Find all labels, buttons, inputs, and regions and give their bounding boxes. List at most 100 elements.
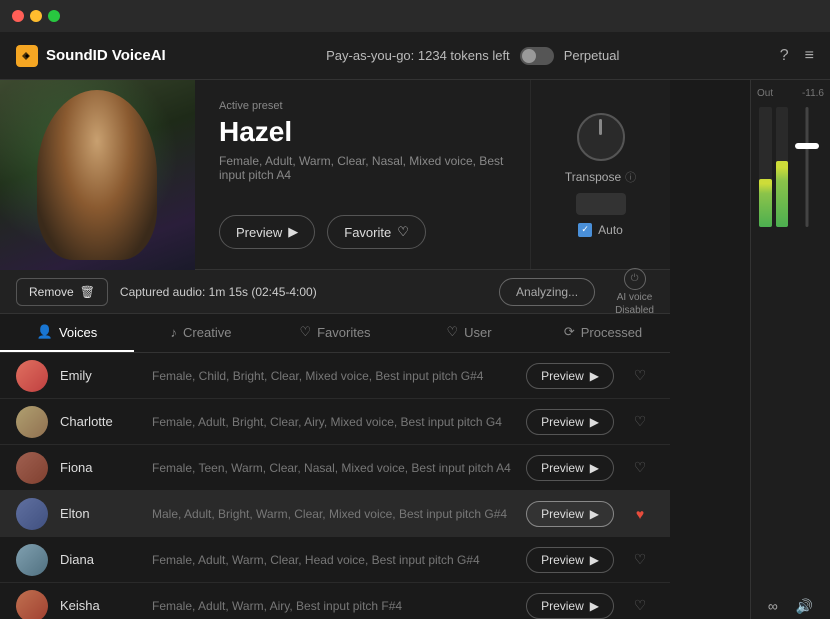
fader-line [806,107,809,227]
remove-label: Remove [29,285,74,299]
tabs: 👤 Voices ♪ Creative ♡ Favorites ♡ User ⟳… [0,314,670,353]
tab-processed-label: Processed [581,325,642,340]
preview-label: Preview [236,225,282,240]
meter-fill-left [759,179,772,227]
heart-icon: ♡ [397,224,409,240]
voices-icon: 👤 [37,324,53,340]
heart-button-keisha[interactable]: ♡ [626,592,654,619]
meter-bar-left [759,107,772,227]
avatar-fiona [16,452,48,484]
tab-creative[interactable]: ♪ Creative [134,314,268,352]
preset-image [0,80,195,270]
traffic-lights [12,10,60,22]
perpetual-toggle[interactable] [520,47,554,65]
loop-icon[interactable]: ∞ [768,598,778,615]
voice-row-fiona[interactable]: Fiona Female, Teen, Warm, Clear, Nasal, … [0,445,670,491]
speaker-icon[interactable]: 🔊 [796,598,813,615]
preview-button-diana[interactable]: Preview ▶ [526,547,614,573]
voice-row-keisha[interactable]: Keisha Female, Adult, Warm, Airy, Best i… [0,583,670,619]
tokens-label: Pay-as-you-go: 1234 tokens left [326,48,510,63]
favorite-label: Favorite [344,225,391,240]
transpose-label: Transpose ⓘ [565,169,636,185]
tab-user-label: User [464,325,491,340]
auto-checkbox[interactable]: ✓ [578,223,592,237]
help-icon[interactable]: ? [780,47,789,65]
tab-favorites[interactable]: ♡ Favorites [268,314,402,352]
ai-voice-label: AI voice [617,292,653,303]
preview-button-keisha[interactable]: Preview ▶ [526,593,614,619]
voice-row-elton[interactable]: Elton Male, Adult, Bright, Warm, Clear, … [0,491,670,537]
voice-row-emily[interactable]: Emily Female, Child, Bright, Clear, Mixe… [0,353,670,399]
side-bottom-icons: ∞ 🔊 [751,590,830,615]
captured-info: Captured audio: 1m 15s (02:45-4:00) [120,285,487,299]
voice-tags-diana: Female, Adult, Warm, Clear, Head voice, … [152,553,514,567]
avatar-emily [16,360,48,392]
creative-icon: ♪ [171,325,178,340]
ai-voice-status: ⏻ AI voice Disabled [615,268,654,316]
voice-row-diana[interactable]: Diana Female, Adult, Warm, Clear, Head v… [0,537,670,583]
meter-bar-right [776,107,789,227]
voice-tags-emily: Female, Child, Bright, Clear, Mixed voic… [152,369,514,383]
voice-tags-fiona: Female, Teen, Warm, Clear, Nasal, Mixed … [152,461,514,475]
heart-button-charlotte[interactable]: ♡ [626,408,654,436]
voice-row-charlotte[interactable]: Charlotte Female, Adult, Bright, Clear, … [0,399,670,445]
meter-fill-right [776,161,789,227]
preview-button[interactable]: Preview ▶ [219,215,315,249]
tab-favorites-label: Favorites [317,325,370,340]
meter-area [751,103,830,590]
voice-tags-elton: Male, Adult, Bright, Warm, Clear, Mixed … [152,507,514,521]
favorite-button[interactable]: Favorite ♡ [327,215,426,249]
tab-voices-label: Voices [59,325,97,340]
header-center: Pay-as-you-go: 1234 tokens left Perpetua… [166,47,780,65]
preset-info: Active preset Hazel Female, Adult, Warm,… [195,80,530,269]
side-panel: Out -11.6 ∞ 🔊 [750,80,830,619]
tab-creative-label: Creative [183,325,231,340]
header: SoundID VoiceAI Pay-as-you-go: 1234 toke… [0,32,830,80]
ai-power-button[interactable]: ⏻ [624,268,646,290]
menu-icon[interactable]: ≡ [805,47,814,65]
trash-icon: 🗑 [80,285,95,299]
voice-tags-charlotte: Female, Adult, Bright, Clear, Airy, Mixe… [152,415,514,429]
close-button[interactable] [12,10,24,22]
out-value: -11.6 [802,88,824,99]
favorites-icon: ♡ [299,324,311,340]
voice-name-charlotte: Charlotte [60,414,140,429]
voice-name-emily: Emily [60,368,140,383]
preview-button-fiona[interactable]: Preview ▶ [526,455,614,481]
heart-button-elton[interactable]: ♥ [626,500,654,528]
heart-button-emily[interactable]: ♡ [626,362,654,390]
maximize-button[interactable] [48,10,60,22]
fader-knob[interactable] [795,143,819,149]
preset-silhouette [37,90,157,260]
preview-button-elton[interactable]: Preview ▶ [526,501,614,527]
minimize-button[interactable] [30,10,42,22]
play-icon: ▶ [288,224,298,240]
voice-name-fiona: Fiona [60,460,140,475]
play-icon-emily: ▶ [590,369,599,383]
analyzing-button[interactable]: Analyzing... [499,278,595,306]
remove-button[interactable]: Remove 🗑 [16,278,108,306]
transpose-dial[interactable] [577,113,625,161]
preview-button-charlotte[interactable]: Preview ▶ [526,409,614,435]
voice-tags-keisha: Female, Adult, Warm, Airy, Best input pi… [152,599,514,613]
avatar-elton [16,498,48,530]
perpetual-label: Perpetual [564,48,620,63]
info-icon: ⓘ [625,169,636,185]
auto-check[interactable]: ✓ Auto [578,223,623,237]
tab-user[interactable]: ♡ User [402,314,536,352]
heart-button-diana[interactable]: ♡ [626,546,654,574]
tab-processed[interactable]: ⟳ Processed [536,314,670,352]
transpose-value [576,193,626,215]
header-right: ? ≡ [780,47,814,65]
heart-button-fiona[interactable]: ♡ [626,454,654,482]
active-preset-label: Active preset [219,100,506,112]
tab-voices[interactable]: 👤 Voices [0,314,134,352]
out-label: Out [757,88,773,99]
transpose-area: Transpose ⓘ ✓ Auto [530,80,670,269]
preset-area: Active preset Hazel Female, Adult, Warm,… [0,80,670,270]
main-body: Active preset Hazel Female, Adult, Warm,… [0,80,830,619]
voice-name-keisha: Keisha [60,598,140,613]
preset-buttons: Preview ▶ Favorite ♡ [219,215,506,249]
preview-button-emily[interactable]: Preview ▶ [526,363,614,389]
play-icon-elton: ▶ [590,507,599,521]
